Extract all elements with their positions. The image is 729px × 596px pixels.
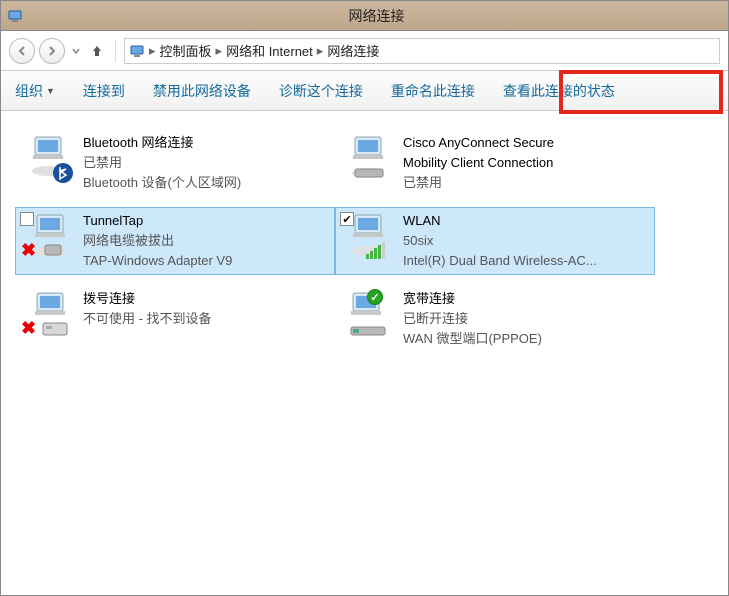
connection-device: TAP-Windows Adapter V9 bbox=[83, 251, 232, 271]
connection-name: Bluetooth 网络连接 bbox=[83, 133, 241, 153]
connection-name-2: Mobility Client Connection bbox=[403, 153, 554, 173]
connection-icon: ✖ bbox=[19, 289, 75, 341]
connection-name: 宽带连接 bbox=[403, 289, 542, 309]
breadcrumb-item[interactable]: 网络连接 bbox=[327, 41, 379, 60]
view-status-label: 查看此连接的状态 bbox=[503, 81, 615, 101]
connection-device: WAN 微型端口(PPPOE) bbox=[403, 329, 542, 349]
connection-status: 已断开连接 bbox=[403, 309, 542, 329]
connection-icon: ✓ bbox=[339, 289, 395, 341]
address-bar[interactable]: ▸ 控制面板 ▸ 网络和 Internet ▸ 网络连接 bbox=[124, 38, 720, 64]
connection-icon: ✖ bbox=[19, 211, 75, 263]
connection-device: Intel(R) Dual Band Wireless-AC... bbox=[403, 251, 597, 271]
connection-text: Cisco AnyConnect Secure Mobility Client … bbox=[403, 133, 554, 193]
connection-device: Bluetooth 设备(个人区域网) bbox=[83, 173, 241, 193]
chevron-down-icon: ▼ bbox=[46, 86, 55, 96]
connection-status: 已禁用 bbox=[403, 173, 554, 193]
connection-item-dialup[interactable]: ✖ 拨号连接 不可使用 - 找不到设备 bbox=[15, 285, 335, 353]
diagnose-button[interactable]: 诊断这个连接 bbox=[279, 81, 363, 101]
error-x-icon: ✖ bbox=[21, 318, 36, 339]
connection-text: 拨号连接 不可使用 - 找不到设备 bbox=[83, 289, 212, 329]
connection-text: Bluetooth 网络连接 已禁用 Bluetooth 设备(个人区域网) bbox=[83, 133, 241, 193]
signal-bars-icon bbox=[366, 242, 385, 259]
system-icon bbox=[7, 8, 23, 24]
connection-item-cisco[interactable]: Cisco AnyConnect Secure Mobility Client … bbox=[335, 129, 655, 197]
connection-icon bbox=[19, 133, 75, 185]
connection-icon bbox=[339, 133, 395, 185]
connection-text: WLAN 50six Intel(R) Dual Band Wireless-A… bbox=[403, 211, 597, 271]
chevron-right-icon[interactable]: ▸ bbox=[149, 43, 156, 59]
connection-name: Cisco AnyConnect Secure bbox=[403, 133, 554, 153]
connect-to-button[interactable]: 连接到 bbox=[83, 81, 125, 101]
breadcrumb-item[interactable]: 网络和 Internet bbox=[226, 41, 313, 60]
disable-device-button[interactable]: 禁用此网络设备 bbox=[153, 81, 251, 101]
forward-button[interactable] bbox=[39, 38, 65, 64]
history-dropdown[interactable] bbox=[69, 41, 83, 61]
organize-label: 组织 bbox=[15, 81, 43, 101]
separator bbox=[115, 40, 116, 62]
connections-list: Bluetooth 网络连接 已禁用 Bluetooth 设备(个人区域网) C… bbox=[1, 111, 728, 371]
diagnose-label: 诊断这个连接 bbox=[279, 81, 363, 101]
connection-status: 不可使用 - 找不到设备 bbox=[83, 309, 212, 329]
disable-device-label: 禁用此网络设备 bbox=[153, 81, 251, 101]
connection-name: TunnelTap bbox=[83, 211, 232, 231]
location-icon bbox=[129, 43, 145, 59]
organize-menu[interactable]: 组织 ▼ bbox=[15, 81, 55, 101]
error-x-icon: ✖ bbox=[21, 240, 36, 261]
rename-label: 重命名此连接 bbox=[391, 81, 475, 101]
rename-button[interactable]: 重命名此连接 bbox=[391, 81, 475, 101]
connection-name: 拨号连接 bbox=[83, 289, 212, 309]
window-title: 网络连接 bbox=[31, 6, 722, 26]
connection-icon bbox=[339, 211, 395, 263]
connection-item-broadband[interactable]: ✓ 宽带连接 已断开连接 WAN 微型端口(PPPOE) bbox=[335, 285, 655, 353]
connection-text: 宽带连接 已断开连接 WAN 微型端口(PPPOE) bbox=[403, 289, 542, 349]
back-button[interactable] bbox=[9, 38, 35, 64]
command-bar: 组织 ▼ 连接到 禁用此网络设备 诊断这个连接 重命名此连接 查看此连接的状态 bbox=[1, 71, 728, 111]
connection-item-wlan[interactable]: ✔ WLAN 50six Intel(R) Dual Band Wireless… bbox=[335, 207, 655, 275]
up-button[interactable] bbox=[87, 41, 107, 61]
chevron-right-icon[interactable]: ▸ bbox=[216, 43, 223, 59]
connection-text: TunnelTap 网络电缆被拔出 TAP-Windows Adapter V9 bbox=[83, 211, 232, 271]
view-status-button[interactable]: 查看此连接的状态 bbox=[503, 81, 615, 101]
connection-name: WLAN bbox=[403, 211, 597, 231]
title-bar: 网络连接 bbox=[1, 1, 728, 31]
nav-bar: ▸ 控制面板 ▸ 网络和 Internet ▸ 网络连接 bbox=[1, 31, 728, 71]
connect-to-label: 连接到 bbox=[83, 81, 125, 101]
connection-status: 已禁用 bbox=[83, 153, 241, 173]
connection-item-tunneltap[interactable]: ✖ TunnelTap 网络电缆被拔出 TAP-Windows Adapter … bbox=[15, 207, 335, 275]
breadcrumb-item[interactable]: 控制面板 bbox=[160, 41, 212, 60]
chevron-right-icon[interactable]: ▸ bbox=[317, 43, 324, 59]
connection-item-bluetooth[interactable]: Bluetooth 网络连接 已禁用 Bluetooth 设备(个人区域网) bbox=[15, 129, 335, 197]
connection-status: 50six bbox=[403, 231, 597, 251]
connection-status: 网络电缆被拔出 bbox=[83, 231, 232, 251]
ok-check-icon: ✓ bbox=[367, 289, 383, 305]
